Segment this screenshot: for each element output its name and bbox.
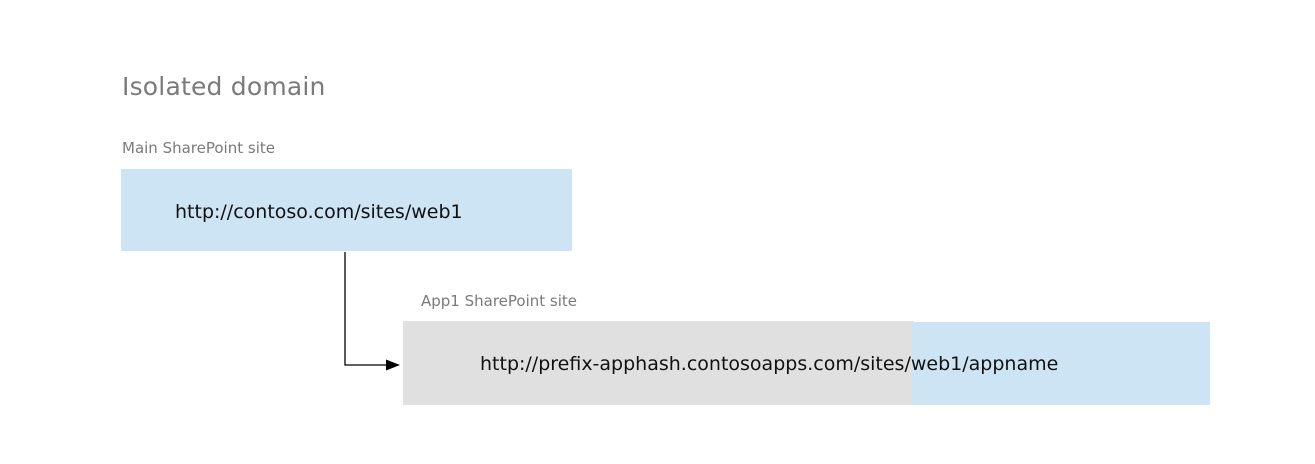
app-site-url-path: /sites/web1/appname	[853, 353, 1059, 375]
app-site-label: App1 SharePoint site	[421, 292, 578, 310]
main-site-label: Main SharePoint site	[122, 139, 275, 157]
connector-line	[344, 252, 388, 366]
arrow-head-icon	[386, 359, 400, 371]
app-site-url: http://prefix-apphash.contosoapps.com/si…	[480, 353, 1058, 375]
app-site-url-domain: http://prefix-apphash.contosoapps.com	[480, 353, 854, 375]
diagram-title: Isolated domain	[122, 72, 326, 101]
main-site-url: http://contoso.com/sites/web1	[175, 201, 463, 223]
main-site-box: http://contoso.com/sites/web1	[121, 169, 572, 251]
